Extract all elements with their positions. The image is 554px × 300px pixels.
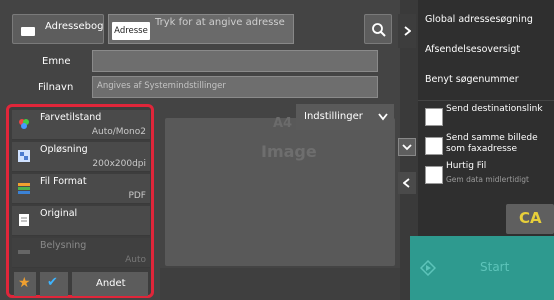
setting-value: Auto/Mono2: [91, 127, 146, 137]
bottom-bar: [160, 268, 400, 300]
send-link-checkbox[interactable]: [425, 108, 443, 126]
file-format-icon: [18, 183, 30, 194]
favorite-button[interactable]: ★: [14, 272, 36, 296]
quick-file-sublabel: Gem data midlertidigt: [446, 175, 529, 184]
search-button[interactable]: [364, 14, 392, 44]
setting-exposure[interactable]: Belysning Auto: [12, 238, 150, 268]
exposure-icon: [18, 250, 30, 254]
filename-placeholder: Angives af Systemindstillinger: [97, 81, 226, 91]
chevron-down-icon: [378, 113, 388, 121]
send-same-image-checkbox[interactable]: [425, 137, 443, 155]
use-search-number-link[interactable]: Benyt søgenummer: [425, 74, 554, 85]
subject-label: Emne: [42, 56, 71, 67]
setting-label: Original: [40, 208, 78, 219]
setting-label: Opløsning: [40, 144, 88, 155]
address-placeholder: Tryk for at angive adresse: [155, 17, 285, 28]
address-tag: Adresse: [112, 22, 150, 40]
ca-label: CA: [519, 209, 542, 227]
settings-dropdown[interactable]: Indstillinger: [296, 104, 394, 130]
address-input[interactable]: Adresse Tryk for at angive adresse: [108, 14, 294, 44]
start-label: Start: [480, 260, 510, 274]
quick-file-label: Hurtig Fil: [446, 161, 487, 171]
setting-color-mode[interactable]: Farvetilstand Auto/Mono2: [12, 110, 150, 140]
setting-resolution[interactable]: Opløsning 200x200dpi: [12, 142, 150, 172]
chevron-right-icon: [404, 26, 411, 36]
subject-field[interactable]: [92, 50, 378, 72]
other-button[interactable]: Andet: [72, 272, 148, 296]
setting-label: Belysning: [40, 240, 87, 251]
collapse-panel-button[interactable]: [398, 172, 416, 194]
divider: [418, 100, 554, 101]
setting-label: Farvetilstand: [40, 112, 102, 123]
filename-label: Filnavn: [38, 82, 74, 93]
setting-original[interactable]: Original: [12, 206, 150, 236]
global-search-link[interactable]: Global adressesøgning: [425, 14, 554, 25]
addressbook-icon: [21, 27, 35, 36]
resolution-icon: [18, 150, 30, 162]
start-button[interactable]: Start: [410, 236, 554, 300]
addressbook-label: Adressebog: [45, 21, 104, 32]
send-same-image-label: Send samme billede som faxadresse: [446, 133, 538, 154]
search-icon: [372, 23, 386, 37]
other-label: Andet: [96, 278, 126, 289]
clear-all-button[interactable]: CA: [506, 204, 554, 234]
chevron-left-icon: [403, 178, 410, 188]
original-icon: [19, 214, 29, 226]
setting-value: Auto: [125, 255, 146, 265]
star-icon: ★: [18, 275, 31, 291]
scroll-down-button[interactable]: [398, 138, 416, 156]
addressbook-button[interactable]: Adressebog: [12, 14, 104, 44]
expand-panel-button[interactable]: [398, 14, 416, 48]
setting-label: Fil Format: [40, 176, 87, 187]
settings-dropdown-label: Indstillinger: [304, 111, 363, 122]
setting-value: 200x200dpi: [92, 159, 146, 169]
setting-value: PDF: [128, 191, 146, 201]
image-label: Image: [261, 142, 317, 161]
confirm-button[interactable]: ✔: [40, 272, 68, 296]
send-link-label: Send destinationslink: [446, 104, 543, 114]
send-history-link[interactable]: Afsendelsesoversigt: [425, 44, 554, 55]
setting-file-format[interactable]: Fil Format PDF: [12, 174, 150, 204]
chevron-down-icon: [402, 144, 412, 151]
color-mode-icon: [19, 119, 29, 129]
start-icon: [420, 260, 436, 276]
quick-file-checkbox[interactable]: [425, 166, 443, 184]
image-preview: A4 Image: [165, 116, 395, 266]
filename-field[interactable]: Angives af Systemindstillinger: [92, 76, 378, 98]
checkmark-icon: ✔: [47, 275, 58, 290]
paper-size: A4: [273, 116, 293, 131]
